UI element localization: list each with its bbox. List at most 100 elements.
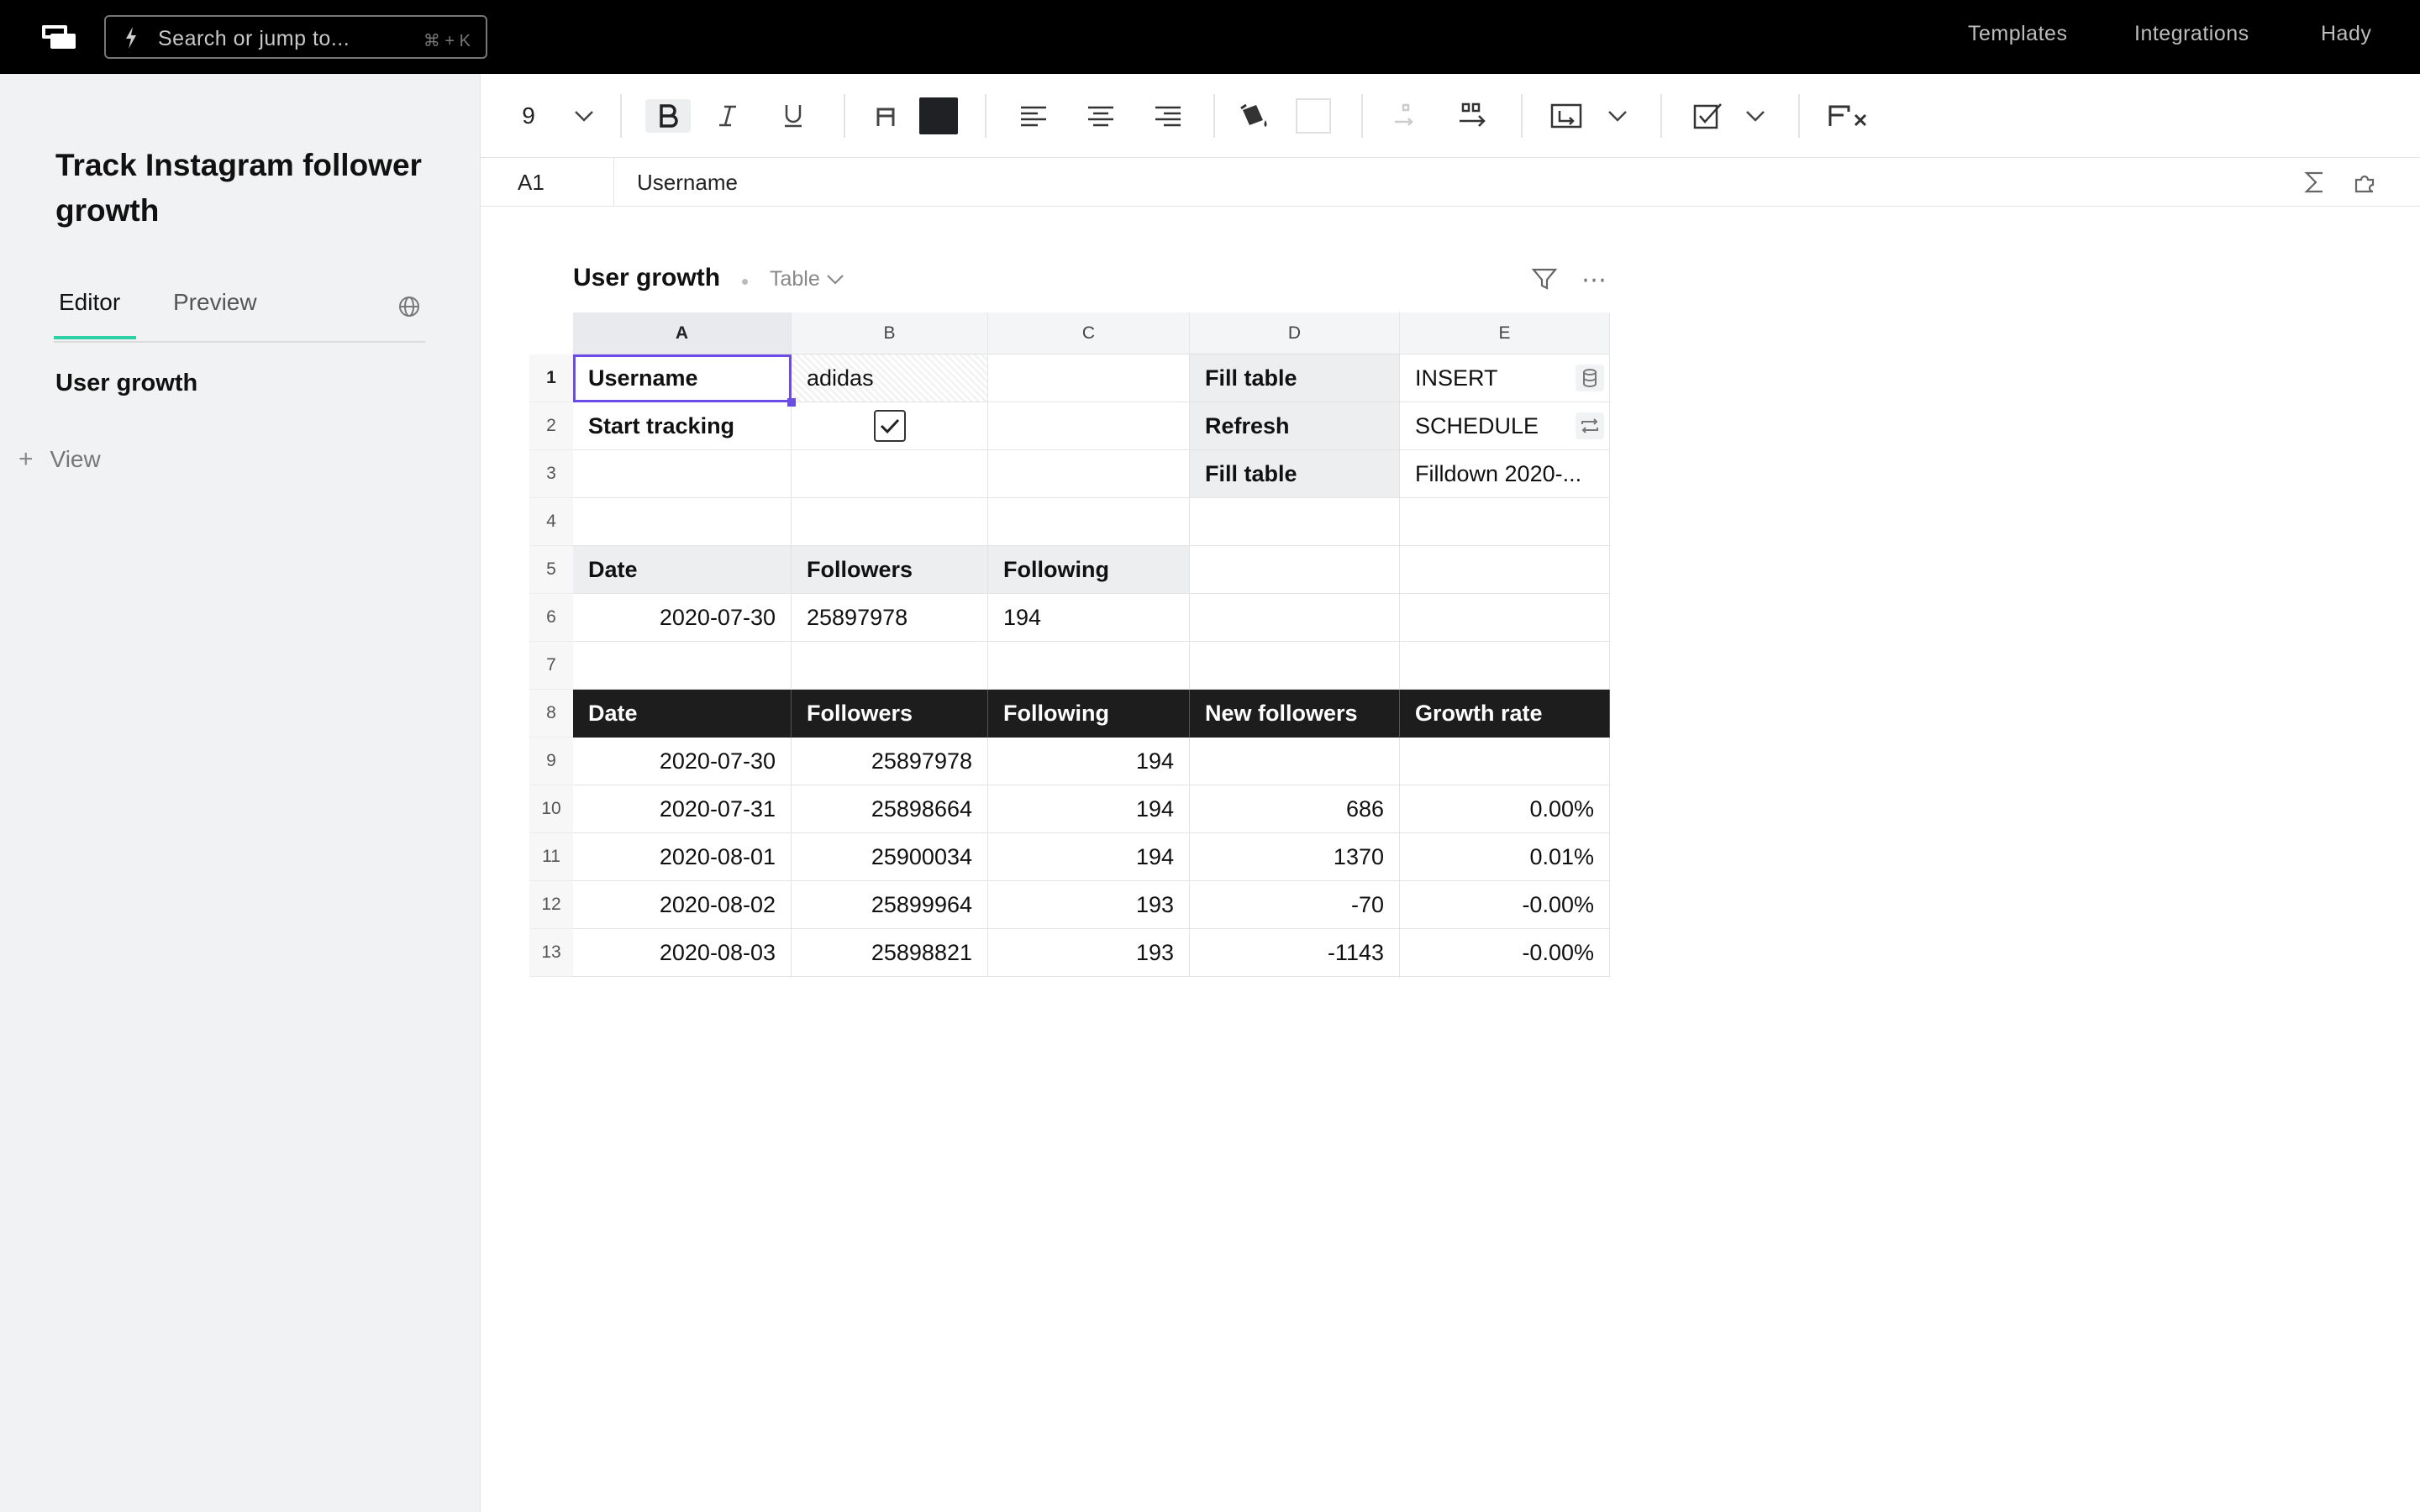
fill-down-icon[interactable] bbox=[1455, 99, 1494, 133]
row-header-10[interactable]: 10 bbox=[529, 785, 573, 833]
cell-e2[interactable]: SCHEDULE bbox=[1400, 402, 1610, 450]
cell-d10[interactable]: 686 bbox=[1190, 785, 1400, 833]
cell-b6[interactable]: 25897978 bbox=[792, 594, 988, 642]
cell-e5[interactable] bbox=[1400, 546, 1610, 594]
cell-e6[interactable] bbox=[1400, 594, 1610, 642]
italic-icon[interactable] bbox=[709, 99, 746, 133]
cell-d13[interactable]: -1143 bbox=[1190, 929, 1400, 977]
start-tracking-checkbox[interactable] bbox=[873, 410, 906, 442]
cell-d11[interactable]: 1370 bbox=[1190, 833, 1400, 881]
clear-formatting-icon[interactable] bbox=[1825, 99, 1876, 133]
underline-icon[interactable] bbox=[775, 99, 812, 133]
nav-user-menu[interactable]: Hady bbox=[2321, 22, 2371, 46]
text-color-swatch[interactable] bbox=[919, 97, 958, 134]
cell-c2[interactable] bbox=[988, 402, 1190, 450]
app-logo-icon[interactable] bbox=[42, 25, 76, 49]
cell-d7[interactable] bbox=[1190, 642, 1400, 690]
database-icon[interactable] bbox=[1576, 365, 1604, 391]
cell-d12[interactable]: -70 bbox=[1190, 881, 1400, 929]
column-header-e[interactable]: E bbox=[1400, 312, 1610, 354]
text-color-icon[interactable] bbox=[867, 99, 904, 133]
align-center-icon[interactable] bbox=[1082, 99, 1119, 133]
cell-a3[interactable] bbox=[573, 450, 792, 498]
cell-d8[interactable]: New followers bbox=[1190, 690, 1400, 738]
cell-a2[interactable]: Start tracking bbox=[573, 402, 792, 450]
cell-c5[interactable]: Following bbox=[988, 546, 1190, 594]
tab-editor[interactable]: Editor bbox=[59, 289, 120, 316]
globe-icon[interactable] bbox=[397, 294, 422, 319]
cell-c6[interactable]: 194 bbox=[988, 594, 1190, 642]
view-type-dropdown[interactable]: Table bbox=[770, 267, 844, 291]
row-header-7[interactable]: 7 bbox=[529, 642, 573, 690]
row-header-12[interactable]: 12 bbox=[529, 881, 573, 929]
cell-a12[interactable]: 2020-08-02 bbox=[573, 881, 792, 929]
cell-a13[interactable]: 2020-08-03 bbox=[573, 929, 792, 977]
cell-d3[interactable]: Fill table bbox=[1190, 450, 1400, 498]
font-size-value[interactable]: 9 bbox=[514, 99, 543, 133]
cell-b13[interactable]: 25898821 bbox=[792, 929, 988, 977]
cell-e12[interactable]: -0.00% bbox=[1400, 881, 1610, 929]
document-title[interactable]: Track Instagram follower growth bbox=[55, 143, 442, 234]
cell-d9[interactable] bbox=[1190, 738, 1400, 785]
selection-fill-handle[interactable] bbox=[787, 398, 796, 407]
cell-c13[interactable]: 193 bbox=[988, 929, 1190, 977]
search-box[interactable]: Search or jump to... ⌘ + K bbox=[104, 15, 487, 59]
cell-e11[interactable]: 0.01% bbox=[1400, 833, 1610, 881]
row-header-8[interactable]: 8 bbox=[529, 690, 573, 738]
cell-d2[interactable]: Refresh bbox=[1190, 402, 1400, 450]
cell-c1[interactable] bbox=[988, 354, 1190, 402]
row-header-9[interactable]: 9 bbox=[529, 738, 573, 785]
fill-color-swatch[interactable] bbox=[1294, 98, 1333, 134]
cell-c11[interactable]: 194 bbox=[988, 833, 1190, 881]
row-header-5[interactable]: 5 bbox=[529, 546, 573, 594]
cell-d4[interactable] bbox=[1190, 498, 1400, 546]
merge-dropdown-chevron-down-icon[interactable] bbox=[1603, 99, 1632, 133]
row-header-13[interactable]: 13 bbox=[529, 929, 573, 977]
cell-reference[interactable]: A1 bbox=[518, 170, 544, 196]
table-title[interactable]: User growth bbox=[573, 264, 720, 292]
cell-b9[interactable]: 25897978 bbox=[792, 738, 988, 785]
cell-c4[interactable] bbox=[988, 498, 1190, 546]
cell-b3[interactable] bbox=[792, 450, 988, 498]
format-dropdown-chevron-down-icon[interactable] bbox=[1741, 99, 1770, 133]
row-header-11[interactable]: 11 bbox=[529, 833, 573, 881]
cell-e1[interactable]: INSERT bbox=[1400, 354, 1610, 402]
filter-icon[interactable] bbox=[1531, 265, 1558, 292]
repeat-icon[interactable] bbox=[1576, 412, 1604, 439]
cell-e13[interactable]: -0.00% bbox=[1400, 929, 1610, 977]
column-header-a[interactable]: A bbox=[573, 312, 792, 354]
cell-d6[interactable] bbox=[1190, 594, 1400, 642]
add-view-button[interactable]: + View bbox=[18, 445, 101, 474]
cell-b12[interactable]: 25899964 bbox=[792, 881, 988, 929]
cell-c8[interactable]: Following bbox=[988, 690, 1190, 738]
checkbox-format-icon[interactable] bbox=[1689, 99, 1728, 133]
cell-b1[interactable]: adidas bbox=[792, 354, 988, 402]
row-header-3[interactable]: 3 bbox=[529, 450, 573, 498]
cell-b8[interactable]: Followers bbox=[792, 690, 988, 738]
merge-cells-icon[interactable] bbox=[1548, 99, 1585, 133]
sigma-icon[interactable] bbox=[2302, 170, 2328, 195]
cell-c9[interactable]: 194 bbox=[988, 738, 1190, 785]
cell-b4[interactable] bbox=[792, 498, 988, 546]
cell-e3[interactable]: Filldown 2020-... bbox=[1400, 450, 1610, 498]
cell-a4[interactable] bbox=[573, 498, 792, 546]
cell-e7[interactable] bbox=[1400, 642, 1610, 690]
cell-e10[interactable]: 0.00% bbox=[1400, 785, 1610, 833]
cell-c10[interactable]: 194 bbox=[988, 785, 1190, 833]
cell-d1[interactable]: Fill table bbox=[1190, 354, 1400, 402]
cell-a5[interactable]: Date bbox=[573, 546, 792, 594]
sidebar-item-user-growth[interactable]: User growth bbox=[55, 370, 197, 397]
row-header-1[interactable]: 1 bbox=[529, 354, 573, 402]
nav-templates[interactable]: Templates bbox=[1968, 22, 2067, 46]
cell-c7[interactable] bbox=[988, 642, 1190, 690]
cell-a6[interactable]: 2020-07-30 bbox=[573, 594, 792, 642]
column-header-c[interactable]: C bbox=[988, 312, 1190, 354]
align-right-icon[interactable] bbox=[1150, 99, 1186, 133]
cell-a1[interactable]: Username bbox=[573, 354, 792, 402]
plugin-icon[interactable] bbox=[2353, 170, 2378, 195]
column-header-b[interactable]: B bbox=[792, 312, 988, 354]
cell-a8[interactable]: Date bbox=[573, 690, 792, 738]
cell-b7[interactable] bbox=[792, 642, 988, 690]
tab-preview[interactable]: Preview bbox=[173, 289, 257, 316]
fill-color-bucket-icon[interactable] bbox=[1234, 99, 1274, 133]
